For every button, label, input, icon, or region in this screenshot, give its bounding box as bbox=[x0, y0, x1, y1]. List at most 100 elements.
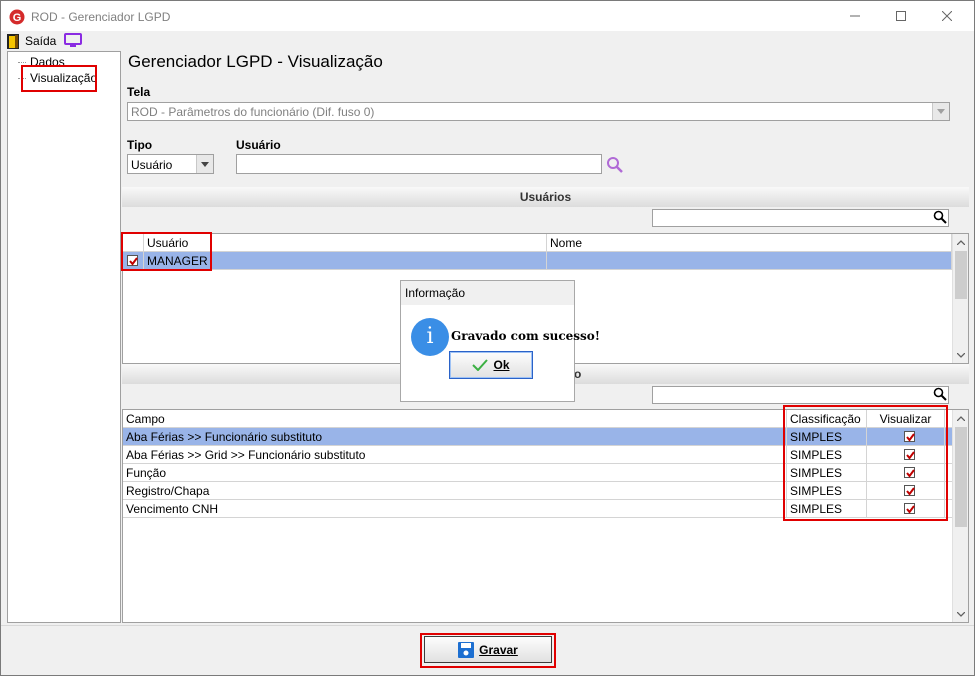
checkmark-icon bbox=[906, 487, 915, 496]
users-grid-scrollbar[interactable] bbox=[952, 234, 968, 363]
visualizar-checkbox[interactable] bbox=[904, 485, 915, 496]
save-button[interactable]: Gravar bbox=[424, 636, 552, 663]
scroll-down-icon[interactable] bbox=[953, 606, 968, 622]
visualizar-checkbox[interactable] bbox=[904, 449, 915, 460]
users-grid-header: Usuário Nome bbox=[123, 234, 952, 252]
classificacao-cell: SIMPLES bbox=[787, 446, 867, 464]
tela-select[interactable]: ROD - Parâmetros do funcionário (Dif. fu… bbox=[127, 102, 950, 121]
checkmark-icon bbox=[906, 505, 915, 514]
info-dialog: Informação i Gravado com sucesso! Ok bbox=[400, 280, 600, 402]
tela-label: Tela bbox=[127, 85, 151, 99]
page-title: Gerenciador LGPD - Visualização bbox=[128, 52, 383, 71]
scrollbar-thumb[interactable] bbox=[955, 251, 967, 299]
checkmark-icon bbox=[906, 433, 915, 442]
scrollbar-thumb[interactable] bbox=[955, 427, 967, 527]
chevron-down-icon bbox=[201, 161, 209, 167]
tree-item-visualizacao[interactable]: Visualização bbox=[30, 71, 97, 85]
row-checkbox[interactable] bbox=[127, 255, 138, 266]
app-window: G ROD - Gerenciador LGPD Saída Dados Vis… bbox=[0, 0, 975, 676]
fields-section-header-text: o bbox=[574, 367, 582, 381]
checkmark-icon bbox=[129, 257, 138, 266]
toolbar: Saída bbox=[1, 31, 974, 51]
navigation-tree: Dados Visualização bbox=[7, 51, 121, 623]
tipo-select-value: Usuário bbox=[131, 158, 173, 172]
table-row[interactable]: Vencimento CNH SIMPLES bbox=[123, 500, 952, 518]
column-header-classificacao[interactable]: Classificação bbox=[787, 410, 867, 428]
svg-text:G: G bbox=[13, 12, 22, 24]
save-button-label: Gravar bbox=[479, 642, 518, 657]
campo-cell: Vencimento CNH bbox=[123, 500, 787, 518]
search-icon[interactable] bbox=[606, 156, 624, 174]
chevron-down-icon bbox=[937, 109, 945, 114]
tipo-dropdown-button[interactable] bbox=[196, 155, 213, 173]
title-bar: G ROD - Gerenciador LGPD bbox=[1, 1, 974, 31]
fields-grid-header: Campo Classificação Visualizar bbox=[123, 410, 952, 428]
maximize-icon bbox=[896, 11, 906, 21]
column-header-usuario[interactable]: Usuário bbox=[144, 234, 547, 252]
campo-cell: Aba Férias >> Grid >> Funcionário substi… bbox=[123, 446, 787, 464]
app-logo-icon: G bbox=[9, 9, 25, 25]
table-row[interactable]: Registro/Chapa SIMPLES bbox=[123, 482, 952, 500]
tela-select-value: ROD - Parâmetros do funcionário (Dif. fu… bbox=[131, 105, 375, 119]
classificacao-cell: SIMPLES bbox=[787, 464, 867, 482]
tree-item-dados[interactable]: Dados bbox=[30, 55, 65, 69]
classificacao-cell: SIMPLES bbox=[787, 482, 867, 500]
tela-dropdown-button[interactable] bbox=[932, 103, 949, 120]
users-search-icon[interactable] bbox=[933, 210, 947, 224]
scroll-up-icon[interactable] bbox=[953, 234, 968, 250]
exit-door-icon bbox=[7, 34, 19, 49]
table-row[interactable]: Aba Férias >> Grid >> Funcionário substi… bbox=[123, 446, 952, 464]
minimize-icon bbox=[850, 15, 860, 17]
exit-button[interactable]: Saída bbox=[5, 31, 57, 51]
fields-search-icon[interactable] bbox=[933, 387, 947, 401]
close-button[interactable] bbox=[924, 1, 970, 31]
dialog-body: i Gravado com sucesso! Ok bbox=[401, 305, 600, 401]
users-search-input[interactable] bbox=[652, 209, 949, 227]
tree-connector bbox=[18, 78, 26, 79]
scroll-down-icon[interactable] bbox=[953, 347, 968, 363]
fields-grid: Campo Classificação Visualizar Aba Féria… bbox=[122, 409, 969, 623]
info-icon: i bbox=[411, 318, 449, 356]
fields-search-input[interactable] bbox=[652, 386, 949, 404]
scroll-up-icon[interactable] bbox=[953, 410, 968, 426]
campo-cell: Aba Férias >> Funcionário substituto bbox=[123, 428, 787, 446]
users-section-header: Usuários bbox=[122, 187, 969, 207]
visualizar-cell bbox=[867, 446, 945, 464]
checkmark-icon bbox=[472, 359, 489, 371]
ok-button-label: Ok bbox=[493, 358, 510, 372]
checkmark-icon bbox=[906, 469, 915, 478]
table-row[interactable]: Aba Férias >> Funcionário substituto SIM… bbox=[123, 428, 952, 446]
close-icon bbox=[942, 11, 952, 21]
ok-button[interactable]: Ok bbox=[449, 351, 533, 379]
campo-cell: Registro/Chapa bbox=[123, 482, 787, 500]
row-checkbox-cell bbox=[123, 252, 144, 270]
visualizar-checkbox[interactable] bbox=[904, 467, 915, 478]
campo-cell: Função bbox=[123, 464, 787, 482]
tree-connector bbox=[18, 62, 26, 63]
table-row[interactable]: MANAGER bbox=[123, 252, 952, 270]
exit-label: Saída bbox=[25, 34, 57, 48]
fields-grid-scrollbar[interactable] bbox=[952, 410, 968, 622]
maximize-button[interactable] bbox=[878, 1, 924, 31]
visualizar-cell bbox=[867, 464, 945, 482]
monitor-icon[interactable] bbox=[64, 33, 82, 48]
usuario-label: Usuário bbox=[236, 138, 281, 152]
floppy-disk-icon bbox=[458, 641, 475, 658]
column-header-nome[interactable]: Nome bbox=[547, 234, 952, 252]
tipo-select[interactable]: Usuário bbox=[127, 154, 214, 174]
checkbox-column-header bbox=[123, 234, 144, 252]
visualizar-checkbox[interactable] bbox=[904, 503, 915, 514]
classificacao-cell: SIMPLES bbox=[787, 500, 867, 518]
usuario-cell: MANAGER bbox=[144, 252, 547, 270]
bottom-bar: Gravar bbox=[1, 625, 974, 675]
column-header-visualizar[interactable]: Visualizar bbox=[867, 410, 945, 428]
nome-cell bbox=[547, 252, 952, 270]
table-row[interactable]: Função SIMPLES bbox=[123, 464, 952, 482]
column-header-campo[interactable]: Campo bbox=[123, 410, 787, 428]
usuario-input[interactable] bbox=[236, 154, 602, 174]
visualizar-cell bbox=[867, 428, 945, 446]
visualizar-cell bbox=[867, 482, 945, 500]
window-title: ROD - Gerenciador LGPD bbox=[31, 10, 171, 24]
visualizar-checkbox[interactable] bbox=[904, 431, 915, 442]
minimize-button[interactable] bbox=[832, 1, 878, 31]
